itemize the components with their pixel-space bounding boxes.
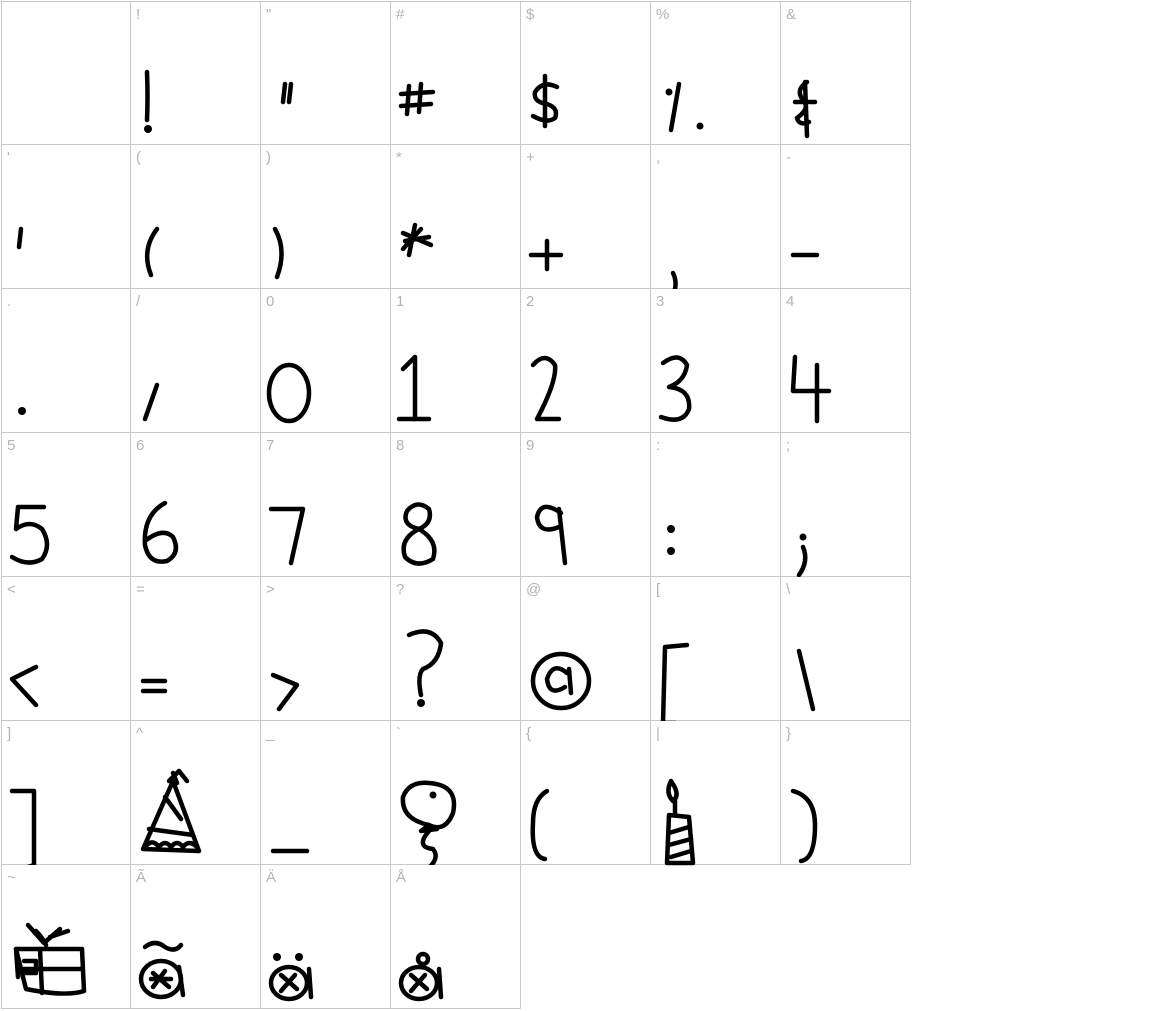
plus-glyph-icon	[528, 238, 564, 272]
dollar-glyph-icon	[530, 73, 560, 129]
greater-glyph-icon	[270, 672, 300, 712]
glyph-cell: {	[521, 721, 651, 865]
colon-glyph-icon	[667, 525, 675, 555]
comma-glyph-icon	[668, 270, 678, 302]
less-glyph-icon	[9, 664, 39, 708]
nine-glyph-icon	[534, 504, 568, 566]
backslash-glyph-icon	[796, 648, 816, 712]
glyph-cell: =	[131, 577, 261, 721]
glyph-cell: ,	[651, 145, 781, 302]
glyph-cell: 4	[781, 289, 911, 433]
underscore-glyph-icon	[270, 848, 310, 854]
glyph-cell	[1, 1, 131, 145]
period-glyph-icon	[18, 407, 26, 415]
glyph-cell: &	[781, 1, 911, 145]
six-glyph-icon	[142, 500, 179, 564]
glyph-cell: *	[391, 145, 521, 289]
glyph-cell: !	[131, 1, 261, 145]
party-hat-glyph-icon	[140, 768, 202, 854]
glyph-cell: Ä	[261, 865, 391, 1009]
slash-glyph-icon	[142, 382, 160, 422]
glyph-cell: `	[391, 721, 521, 875]
at-glyph-icon	[530, 651, 592, 711]
semicolon-glyph-icon	[796, 533, 808, 578]
glyph-cell: Ã	[131, 865, 261, 1009]
glyph-cell: $	[521, 1, 651, 145]
parenleft-glyph-icon	[144, 226, 160, 278]
quotesingle-glyph-icon	[16, 226, 24, 250]
parenright-glyph-icon	[272, 226, 284, 280]
hyphen-glyph-icon	[790, 252, 820, 258]
glyph-cell: 8	[391, 433, 521, 577]
glyph-cell: 7	[261, 433, 391, 577]
braceright-glyph-icon	[790, 788, 818, 864]
glyph-cell: ;	[781, 433, 911, 578]
bracketleft-glyph-icon	[660, 642, 690, 726]
percent-glyph-icon	[665, 81, 704, 133]
space-glyph-icon	[2, 2, 132, 146]
glyph-cell: .	[1, 289, 131, 433]
glyph-cell: +	[521, 145, 651, 289]
glyph-cell: -	[781, 145, 911, 289]
quotedbl-glyph-icon	[280, 81, 294, 105]
glyph-cell: 3	[651, 289, 781, 433]
five-glyph-icon	[9, 504, 50, 565]
glyph-cell: /	[131, 289, 261, 433]
a-ring-glyph-icon	[398, 951, 444, 1002]
a-tilde-glyph-icon	[138, 940, 186, 1000]
seven-glyph-icon	[268, 506, 306, 566]
exclam-glyph-icon	[144, 69, 152, 133]
glyph-cell: "	[261, 1, 391, 145]
glyph-cell: \	[781, 577, 911, 721]
glyph-cell: ^	[131, 721, 261, 865]
glyph-cell: }	[781, 721, 911, 865]
numbersign-glyph-icon	[398, 81, 436, 117]
three-glyph-icon	[658, 355, 692, 422]
candle-glyph-icon	[664, 778, 696, 866]
gift-glyph-icon	[13, 922, 87, 996]
equal-glyph-icon	[140, 678, 168, 694]
glyph-cell: )	[261, 145, 391, 289]
glyph-cell: |	[651, 721, 781, 866]
glyph-cell: <	[1, 577, 131, 721]
glyph-cell: '	[1, 145, 131, 289]
bracketright-glyph-icon	[9, 788, 37, 872]
a-dieresis-glyph-icon	[268, 953, 314, 1002]
glyph-cell: :	[651, 433, 781, 577]
glyph-cell: 1	[391, 289, 521, 433]
glyph-cell: 9	[521, 433, 651, 577]
balloon-glyph-icon	[400, 780, 457, 875]
glyph-cell: Å	[391, 865, 521, 1009]
four-glyph-icon	[790, 354, 832, 424]
braceleft-glyph-icon	[530, 788, 550, 862]
asterisk-glyph-icon	[400, 222, 434, 258]
glyph-cell: 6	[131, 433, 261, 577]
glyph-cell: 2	[521, 289, 651, 433]
glyph-cell: 0	[261, 289, 391, 433]
eight-glyph-icon	[401, 502, 437, 566]
glyph-cell: 5	[1, 433, 131, 577]
glyph-cell: _	[261, 721, 391, 865]
question-glyph-icon	[406, 629, 444, 707]
one-glyph-icon	[396, 354, 432, 422]
glyph-cell: @	[521, 577, 651, 721]
zero-glyph-icon	[266, 362, 312, 424]
glyph-cell: ~	[1, 865, 131, 1009]
glyph-cell: #	[391, 1, 521, 145]
ampersand-glyph-icon	[792, 79, 818, 139]
glyph-cell: (	[131, 145, 261, 289]
glyph-cell: %	[651, 1, 781, 145]
glyph-cell: ?	[391, 577, 521, 721]
two-glyph-icon	[530, 355, 562, 422]
glyph-cell: [	[651, 577, 781, 726]
glyph-cell: ]	[1, 721, 131, 872]
glyph-cell: >	[261, 577, 391, 721]
